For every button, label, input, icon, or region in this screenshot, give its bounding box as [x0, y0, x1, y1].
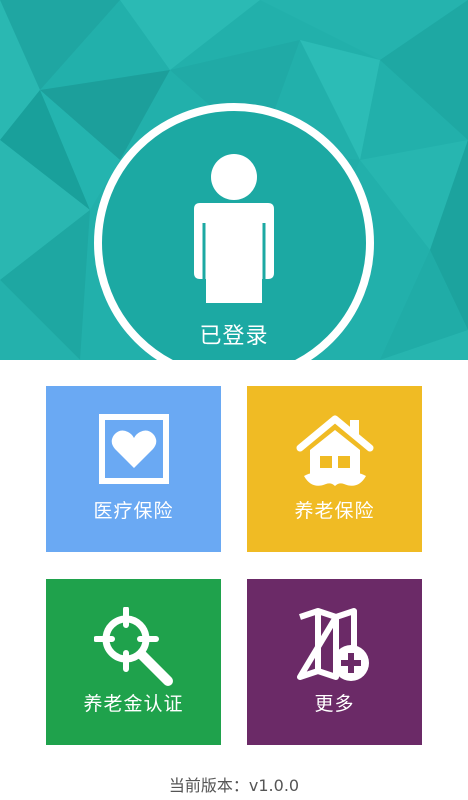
login-status-label: 已登录	[199, 324, 269, 349]
pension-certification-tile[interactable]: 养老金认证	[46, 579, 221, 745]
header-banner: 已登录	[0, 0, 468, 360]
medical-insurance-label: 医疗保险	[93, 500, 174, 522]
app-screen: 已登录 医疗保险 养老保险 养老金认证 更多 当前版本：v1.0.0	[0, 0, 468, 800]
more-tile[interactable]: 更多	[247, 579, 422, 745]
person-icon	[194, 154, 274, 303]
house-mustache-icon	[296, 415, 373, 486]
map-plus-icon	[296, 608, 369, 681]
medical-insurance-tile[interactable]: 医疗保险	[46, 386, 221, 552]
pension-insurance-tile[interactable]: 养老保险	[247, 386, 422, 552]
pension-insurance-label: 养老保险	[294, 500, 375, 522]
more-label: 更多	[314, 693, 355, 715]
version-text: 当前版本：v1.0.0	[168, 776, 300, 795]
pension-certification-label: 养老金认证	[83, 693, 184, 715]
heart-card-icon	[98, 414, 169, 484]
target-search-icon	[93, 607, 173, 686]
